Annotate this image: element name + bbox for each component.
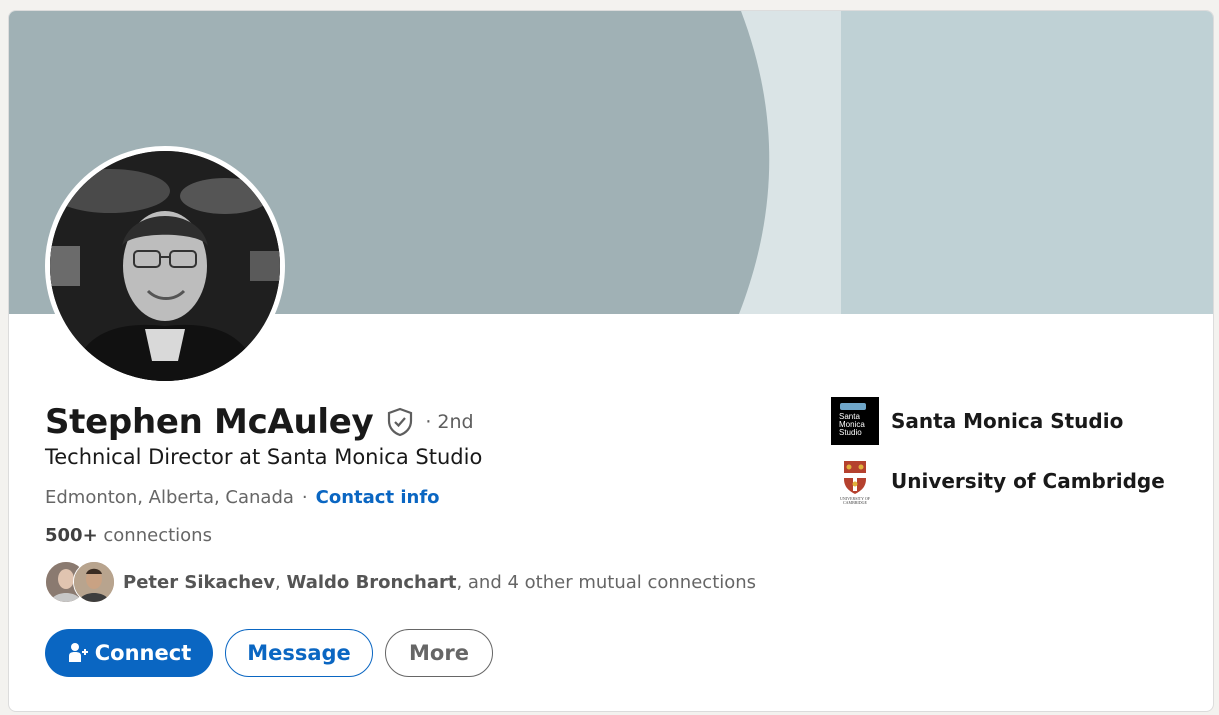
connect-label: Connect: [94, 641, 192, 665]
mutual-avatars: [45, 561, 115, 603]
mutual-comma: ,: [275, 571, 281, 593]
profile-location: Edmonton, Alberta, Canada: [45, 487, 294, 508]
contact-info-link[interactable]: Contact info: [316, 487, 440, 508]
mutual-rest: , and 4 other mutual connections: [456, 571, 757, 593]
connect-button[interactable]: Connect: [45, 629, 213, 677]
connections-count: 500+: [45, 525, 98, 546]
university-of-cambridge-logo-icon: UNIVERSITY OF CAMBRIDGE: [831, 457, 879, 505]
profile-name: Stephen McAuley: [45, 402, 374, 442]
mutual-connections-text: Peter Sikachev, Waldo Bronchart, and 4 o…: [123, 572, 756, 593]
verified-shield-icon[interactable]: [385, 407, 415, 437]
profile-actions: Connect Message More: [45, 629, 505, 677]
mutual-avatar: [73, 561, 115, 603]
more-button[interactable]: More: [385, 629, 493, 677]
org-santa-monica-studio[interactable]: Santa Monica Studio Santa Monica Studio: [831, 397, 1165, 445]
mutual-name-2[interactable]: Waldo Bronchart: [287, 572, 457, 593]
profile-card: Stephen McAuley · 2nd Technical Director…: [8, 10, 1214, 712]
separator: ·: [301, 487, 308, 508]
santa-monica-studio-logo-text: Santa Monica Studio: [839, 412, 865, 437]
message-button[interactable]: Message: [225, 629, 373, 677]
connections-count-row[interactable]: 500+ connections: [45, 525, 212, 546]
org-name: University of Cambridge: [891, 469, 1165, 493]
university-of-cambridge-logo-text: UNIVERSITY OF CAMBRIDGE: [840, 496, 870, 505]
profile-photo[interactable]: [45, 146, 285, 386]
org-name: Santa Monica Studio: [891, 409, 1124, 433]
location-row: Edmonton, Alberta, Canada · Contact info: [45, 487, 440, 508]
org-university-of-cambridge[interactable]: UNIVERSITY OF CAMBRIDGE University of Ca…: [831, 457, 1165, 505]
mutual-connections-row[interactable]: Peter Sikachev, Waldo Bronchart, and 4 o…: [45, 561, 756, 603]
add-person-icon: [67, 642, 89, 664]
mutual-name-1[interactable]: Peter Sikachev: [123, 572, 275, 593]
santa-monica-studio-logo-icon: Santa Monica Studio: [831, 397, 879, 445]
connections-label: connections: [103, 525, 212, 546]
profile-organizations: Santa Monica Studio Santa Monica Studio …: [831, 397, 1165, 517]
profile-headline: Technical Director at Santa Monica Studi…: [45, 445, 483, 469]
connection-degree: · 2nd: [425, 411, 474, 433]
